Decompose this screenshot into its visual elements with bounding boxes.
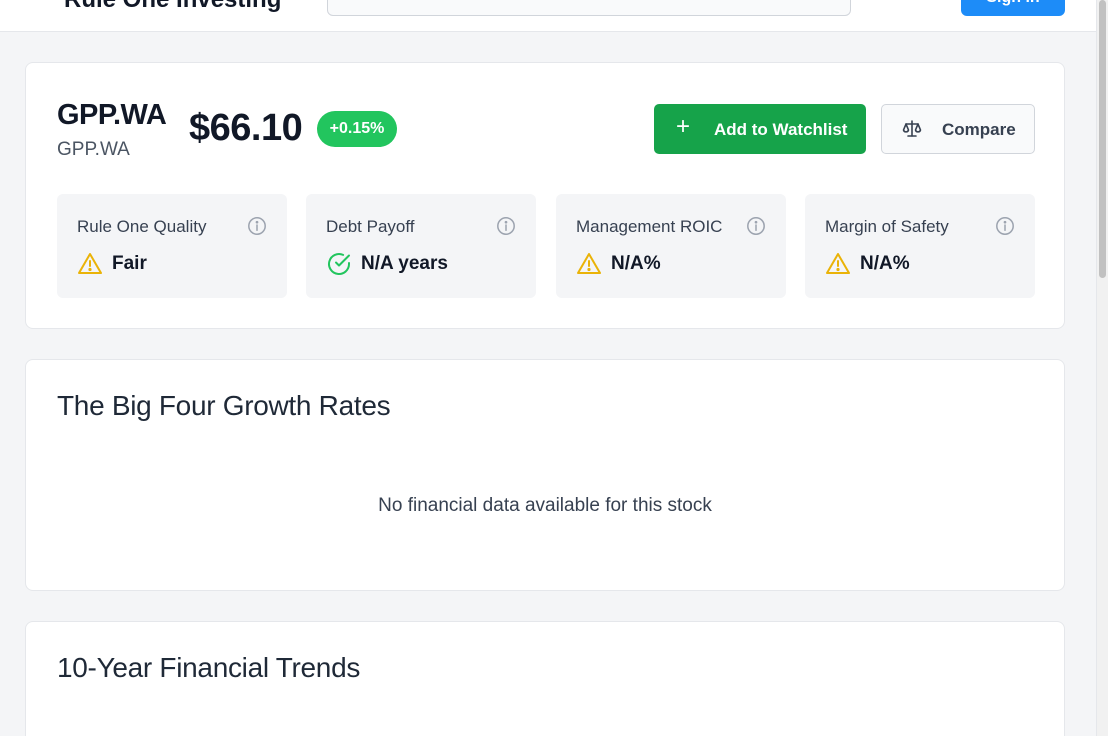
- scale-icon: [902, 119, 922, 144]
- scrollbar-thumb[interactable]: [1099, 0, 1106, 278]
- metric-value: Fair: [112, 253, 147, 274]
- growth-rates-card: The Big Four Growth Rates No financial d…: [25, 359, 1065, 591]
- financial-trends-card: 10-Year Financial Trends: [25, 621, 1065, 736]
- metric-value: N/A%: [611, 253, 661, 274]
- price-change-badge: +0.15%: [317, 111, 397, 147]
- info-icon[interactable]: [746, 216, 766, 241]
- stock-price: $66.10: [189, 107, 303, 149]
- stock-name: GPP.WA: [57, 139, 130, 160]
- compare-label: Compare: [942, 120, 1016, 139]
- stock-summary-card: GPP.WA GPP.WA $66.10 +0.15% + Add to Wat…: [25, 62, 1065, 329]
- stock-ticker: GPP.WA: [57, 99, 167, 131]
- page-scrollbar[interactable]: [1096, 0, 1108, 736]
- add-to-watchlist-button[interactable]: + Add to Watchlist: [654, 104, 866, 154]
- info-icon[interactable]: [496, 216, 516, 241]
- metric-rule-one-quality: Rule One Quality Fair: [57, 194, 287, 298]
- metric-label: Margin of Safety: [825, 217, 949, 236]
- warning-icon: [77, 251, 103, 282]
- plus-icon: +: [676, 113, 691, 140]
- compare-button[interactable]: Compare: [881, 104, 1035, 154]
- top-navbar: Rule One Investing Sign in: [0, 0, 1096, 32]
- check-circle-icon: [326, 251, 352, 282]
- info-icon[interactable]: [995, 216, 1015, 241]
- add-to-watchlist-label: Add to Watchlist: [714, 120, 848, 139]
- search-input[interactable]: [327, 0, 851, 16]
- sign-in-button[interactable]: Sign in: [961, 0, 1065, 16]
- metric-margin-of-safety: Margin of Safety N/A%: [805, 194, 1035, 298]
- metric-label: Debt Payoff: [326, 217, 415, 236]
- warning-icon: [825, 251, 851, 282]
- metric-label: Rule One Quality: [77, 217, 207, 236]
- warning-icon: [576, 251, 602, 282]
- info-icon[interactable]: [247, 216, 267, 241]
- metric-management-roic: Management ROIC N/A%: [556, 194, 786, 298]
- metric-value: N/A%: [860, 253, 910, 274]
- section-title: The Big Four Growth Rates: [57, 390, 391, 421]
- empty-state-message: No financial data available for this sto…: [378, 495, 712, 516]
- metric-debt-payoff: Debt Payoff N/A years: [306, 194, 536, 298]
- section-title: 10-Year Financial Trends: [57, 652, 361, 683]
- metric-label: Management ROIC: [576, 217, 723, 236]
- brand-logo-text[interactable]: Rule One Investing: [64, 0, 281, 14]
- metric-value: N/A years: [361, 253, 448, 274]
